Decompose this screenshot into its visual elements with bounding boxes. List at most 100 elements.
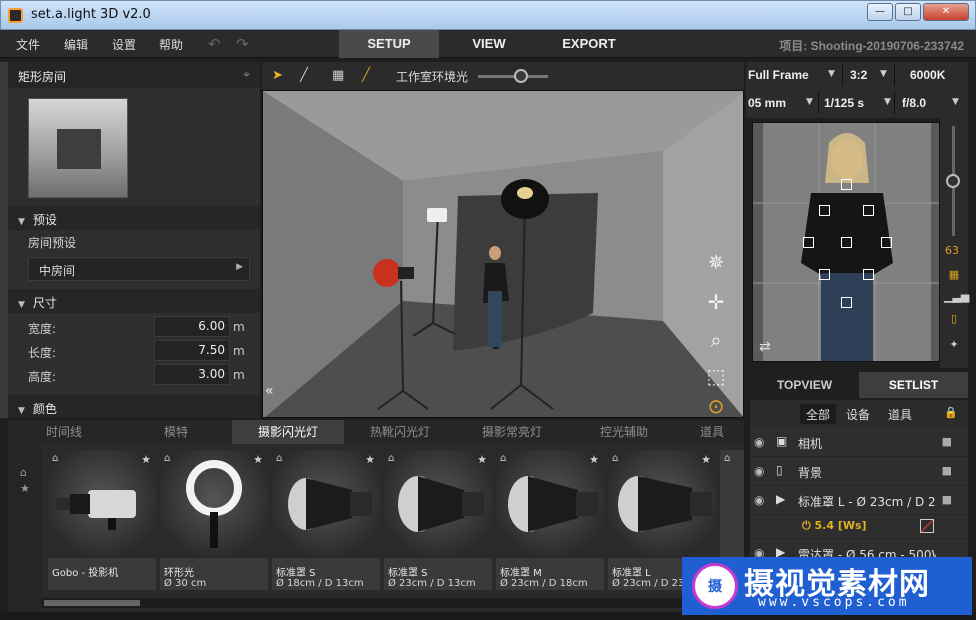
room-preset-select[interactable]: 中房间 ▶ bbox=[28, 257, 250, 281]
menu-file[interactable]: 文件 bbox=[16, 36, 40, 53]
rotate-icon[interactable]: ✦ bbox=[944, 338, 964, 354]
star-icon[interactable]: ★ bbox=[589, 453, 599, 466]
sensor-select[interactable]: Full Frame bbox=[748, 62, 809, 88]
tab-view[interactable]: VIEW bbox=[439, 30, 539, 58]
tab-continuous-light[interactable]: 摄影常亮灯 bbox=[456, 420, 568, 444]
pan-icon[interactable]: ✛ bbox=[703, 289, 729, 315]
focus-point[interactable] bbox=[841, 179, 852, 190]
close-button[interactable]: ✕ bbox=[923, 3, 969, 21]
tab-studio-flash[interactable]: 摄影闪光灯 bbox=[232, 420, 344, 444]
star-icon[interactable]: ★ bbox=[20, 482, 30, 495]
aspect-select[interactable]: 3:2 bbox=[850, 62, 867, 88]
focus-point[interactable] bbox=[841, 297, 852, 308]
swap-icon[interactable]: ⇄ bbox=[759, 339, 771, 355]
histogram-icon[interactable]: ▁▃▅ bbox=[944, 290, 969, 306]
length-input[interactable]: 7.50 bbox=[154, 340, 230, 361]
star-icon[interactable]: ★ bbox=[253, 453, 263, 466]
eye-icon[interactable]: ◉ bbox=[754, 493, 764, 507]
tab-export[interactable]: EXPORT bbox=[539, 30, 639, 58]
library-item[interactable]: ⌂ ★ 标准罩 M Ø 23cm / D 18cm bbox=[496, 450, 604, 590]
height-input[interactable]: 3.00 bbox=[154, 364, 230, 385]
menu-help[interactable]: 帮助 bbox=[159, 36, 183, 53]
menu-settings[interactable]: 设置 bbox=[112, 36, 136, 53]
tab-setup[interactable]: SETUP bbox=[339, 30, 439, 58]
star-icon[interactable]: ★ bbox=[141, 453, 151, 466]
length-label: 长度: bbox=[28, 346, 57, 360]
env-light-slider[interactable] bbox=[478, 75, 548, 78]
color-section[interactable]: ▼ 颜色 bbox=[8, 395, 260, 418]
lock-icon[interactable]: ■ bbox=[942, 493, 952, 506]
zoom-slider-knob[interactable] bbox=[946, 174, 960, 188]
tab-models[interactable]: 模特 bbox=[120, 420, 232, 444]
lock-icon[interactable]: 🔒 bbox=[944, 406, 958, 419]
backdrop-icon: ▯ bbox=[776, 463, 783, 477]
library-item[interactable]: ⌂ ★ Gobo - 投影机 bbox=[48, 450, 156, 590]
eye-icon[interactable]: ◉ bbox=[754, 464, 764, 478]
lock-icon[interactable]: ■ bbox=[942, 435, 952, 448]
tab-speedlight[interactable]: 热靴闪光灯 bbox=[344, 420, 456, 444]
focus-point[interactable] bbox=[819, 205, 830, 216]
grid-overlay-icon[interactable]: ▦ bbox=[944, 268, 964, 284]
home-icon[interactable]: ⌂ bbox=[20, 466, 27, 479]
minimize-button[interactable]: — bbox=[867, 3, 893, 21]
list-item[interactable]: ◉ ▣ 相机 ■ bbox=[750, 428, 968, 457]
camera-preview[interactable]: ⇄ bbox=[752, 122, 940, 362]
library-item[interactable]: ⌂ ★ 环形光 Ø 30 cm bbox=[160, 450, 268, 590]
focus-point[interactable] bbox=[819, 269, 830, 280]
filter-all[interactable]: 全部 bbox=[800, 404, 837, 424]
ruler-icon[interactable]: ╱ bbox=[300, 68, 308, 83]
shutter-select[interactable]: 1/125 s bbox=[824, 90, 864, 116]
tab-timeline[interactable]: 时间线 bbox=[8, 420, 120, 444]
list-item[interactable]: ◉ ▶ 标准罩 L - Ø 23cm / D 23 ■ bbox=[750, 486, 968, 515]
tab-topview[interactable]: TOPVIEW bbox=[750, 372, 859, 398]
frame-icon[interactable]: ⬚ bbox=[703, 363, 729, 389]
tab-light-shapers[interactable]: 控光辅助 bbox=[568, 420, 680, 444]
line-icon[interactable]: ╱ bbox=[362, 68, 370, 83]
library-side: ⌂ ★ bbox=[8, 444, 42, 612]
env-light-slider-knob[interactable] bbox=[514, 69, 528, 83]
focus-point[interactable] bbox=[881, 237, 892, 248]
library-item[interactable]: ⌂ ★ 标准罩 S Ø 23cm / D 13cm bbox=[384, 450, 492, 590]
library-scrollbar-thumb[interactable] bbox=[44, 600, 140, 606]
studio-viewport[interactable]: ✵ ✛ ⌕ ⬚ ⊙ « bbox=[262, 90, 744, 418]
lock-icon[interactable]: ■ bbox=[942, 464, 952, 477]
focus-point-center[interactable] bbox=[841, 237, 852, 248]
size-section[interactable]: ▼ 尺寸 bbox=[8, 289, 260, 313]
left-panel-scrollbar[interactable] bbox=[0, 62, 8, 418]
focal-length-select[interactable]: 05 mm bbox=[748, 90, 786, 116]
width-input[interactable]: 6.00 bbox=[154, 316, 230, 337]
power-setting[interactable]: ⏻ 5.4 [Ws] bbox=[802, 519, 867, 533]
equipment-library: ⌂ ★ ⌂ ★ Gobo - 投影机 ⌂ ★ 环形光 Ø 30 cm ⌂ ★ 标… bbox=[8, 444, 744, 612]
maximize-button[interactable]: □ bbox=[895, 3, 921, 21]
star-icon[interactable]: ★ bbox=[365, 453, 375, 466]
presets-section[interactable]: ▼ 预设 bbox=[8, 206, 260, 230]
crop-icon[interactable]: ▯ bbox=[944, 312, 964, 328]
tab-setlist[interactable]: SETLIST bbox=[859, 372, 968, 398]
eye-icon[interactable]: ◉ bbox=[754, 435, 764, 449]
star-icon[interactable]: ★ bbox=[701, 453, 711, 466]
focus-point[interactable] bbox=[863, 269, 874, 280]
list-item[interactable]: ◉ ▯ 背景 ■ bbox=[750, 457, 968, 486]
orbit-icon[interactable]: ✵ bbox=[703, 249, 729, 275]
light-bulb-icon[interactable]: ⊙ bbox=[703, 393, 729, 417]
filter-props[interactable]: 道具 bbox=[882, 404, 918, 424]
length-row: 长度: 7.50 m bbox=[8, 339, 260, 363]
redo-icon[interactable]: ↷ bbox=[236, 35, 249, 53]
aperture-select[interactable]: f/8.0 bbox=[902, 90, 926, 116]
undo-icon[interactable]: ↶ bbox=[208, 35, 221, 53]
disabled-icon[interactable] bbox=[920, 519, 934, 533]
zoom-icon[interactable]: ⌕ bbox=[703, 327, 729, 353]
menu-edit[interactable]: 编辑 bbox=[64, 36, 88, 53]
focus-point[interactable] bbox=[803, 237, 814, 248]
star-icon[interactable]: ★ bbox=[477, 453, 487, 466]
library-scrollbar[interactable] bbox=[42, 598, 742, 608]
white-balance-select[interactable]: 6000K bbox=[910, 62, 945, 88]
filter-equipment[interactable]: 设备 bbox=[840, 404, 876, 424]
focus-point[interactable] bbox=[863, 205, 874, 216]
tab-props[interactable]: 道具 bbox=[680, 420, 744, 444]
collapse-left-icon[interactable]: « bbox=[265, 383, 274, 399]
grid-icon[interactable]: ▦ bbox=[332, 68, 344, 83]
select-arrow-icon[interactable]: ➤ bbox=[272, 68, 283, 83]
pin-icon[interactable]: ⌖ bbox=[243, 67, 250, 82]
library-item[interactable]: ⌂ ★ 标准罩 S Ø 18cm / D 13cm bbox=[272, 450, 380, 590]
